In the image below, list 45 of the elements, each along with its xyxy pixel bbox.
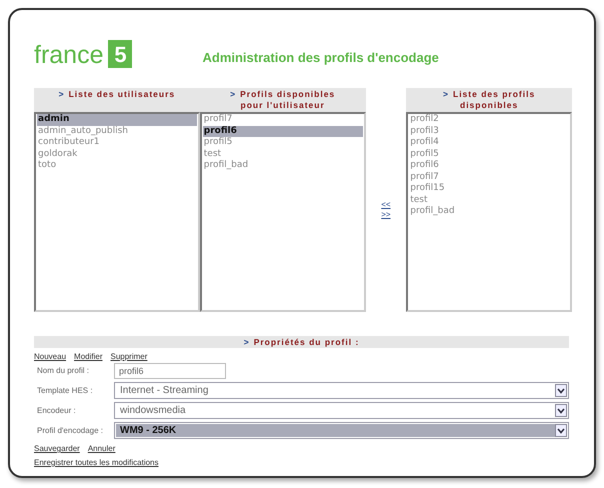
list-item[interactable]: profil_bad <box>409 206 569 218</box>
field-label: Profil d'encodage : <box>36 424 104 436</box>
list-item[interactable]: admin <box>37 114 197 126</box>
logo-mark: 5 <box>108 40 132 68</box>
transfer-link[interactable]: >> <box>381 210 391 220</box>
column-header: > Liste des utilisateurs <box>34 88 200 112</box>
list-item[interactable]: profil3 <box>409 126 569 137</box>
transfer-link[interactable]: << <box>381 200 391 210</box>
list-item[interactable]: profil_bad <box>202 160 363 172</box>
list-item[interactable]: contributeur1 <box>37 137 197 148</box>
action-link[interactable]: Modifier <box>74 351 102 363</box>
caret-icon <box>555 404 567 417</box>
list-item[interactable]: profil2 <box>409 114 569 126</box>
list-item[interactable]: profil7 <box>409 172 569 183</box>
field-label: Encodeur : <box>36 404 77 416</box>
list-item[interactable]: admin_auto_publish <box>37 126 197 137</box>
action-link[interactable]: Annuler <box>88 443 116 455</box>
page-title: Administration des profils d'encodage <box>202 49 439 68</box>
list-item[interactable]: profil5 <box>202 137 363 148</box>
list-item[interactable]: profil6 <box>202 126 363 137</box>
field-label: Nom du profil : <box>36 365 90 377</box>
list-item[interactable]: profil5 <box>409 148 569 160</box>
list-item[interactable]: goldorak <box>37 148 197 160</box>
dropdown-field[interactable]: windowsmedia <box>114 402 569 419</box>
dropdown-field[interactable]: Internet - Streaming <box>114 382 569 399</box>
list-item[interactable]: profil6 <box>409 160 569 172</box>
text-field[interactable]: profil6 <box>114 363 226 379</box>
list-item[interactable]: profil15 <box>409 183 569 194</box>
section-header: > Propriétés du profil : <box>34 336 569 348</box>
logo-text: france <box>34 43 104 68</box>
dropdown-field[interactable]: WM9 - 256K <box>114 422 569 439</box>
action-link[interactable]: Enregistrer toutes les modifications <box>34 457 158 469</box>
list-item[interactable]: test <box>202 148 363 160</box>
field-label: Template HES : <box>36 384 94 396</box>
action-link[interactable]: Nouveau <box>34 351 66 363</box>
action-link[interactable]: Supprimer <box>110 351 148 363</box>
list-item[interactable]: profil4 <box>409 137 569 148</box>
list-item[interactable]: test <box>409 194 569 206</box>
column-header: > Liste des profils disponibles <box>406 88 572 112</box>
caret-icon <box>555 424 567 437</box>
column-header: > Profils disponibles pour l'utilisateur <box>200 88 366 112</box>
list-item[interactable]: profil7 <box>202 114 363 126</box>
caret-icon <box>555 384 567 397</box>
list-item[interactable]: toto <box>37 160 197 172</box>
action-link[interactable]: Sauvegarder <box>34 443 80 455</box>
